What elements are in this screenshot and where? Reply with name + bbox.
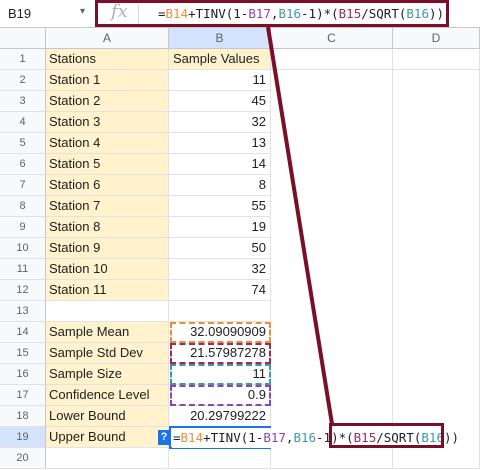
formula-ref-b14: B14 — [180, 430, 204, 445]
formula-ref-b16: B16 — [293, 430, 317, 445]
formula-help-icon[interactable]: ? — [158, 430, 170, 445]
formula-ref-b17: B17 — [263, 430, 286, 445]
formula-token: +TINV(1- — [203, 430, 264, 445]
annotation-connector — [266, 26, 334, 425]
cell-editor-highlight — [329, 423, 444, 448]
formula-token: = — [173, 430, 181, 445]
formula-token: )) — [443, 430, 460, 445]
